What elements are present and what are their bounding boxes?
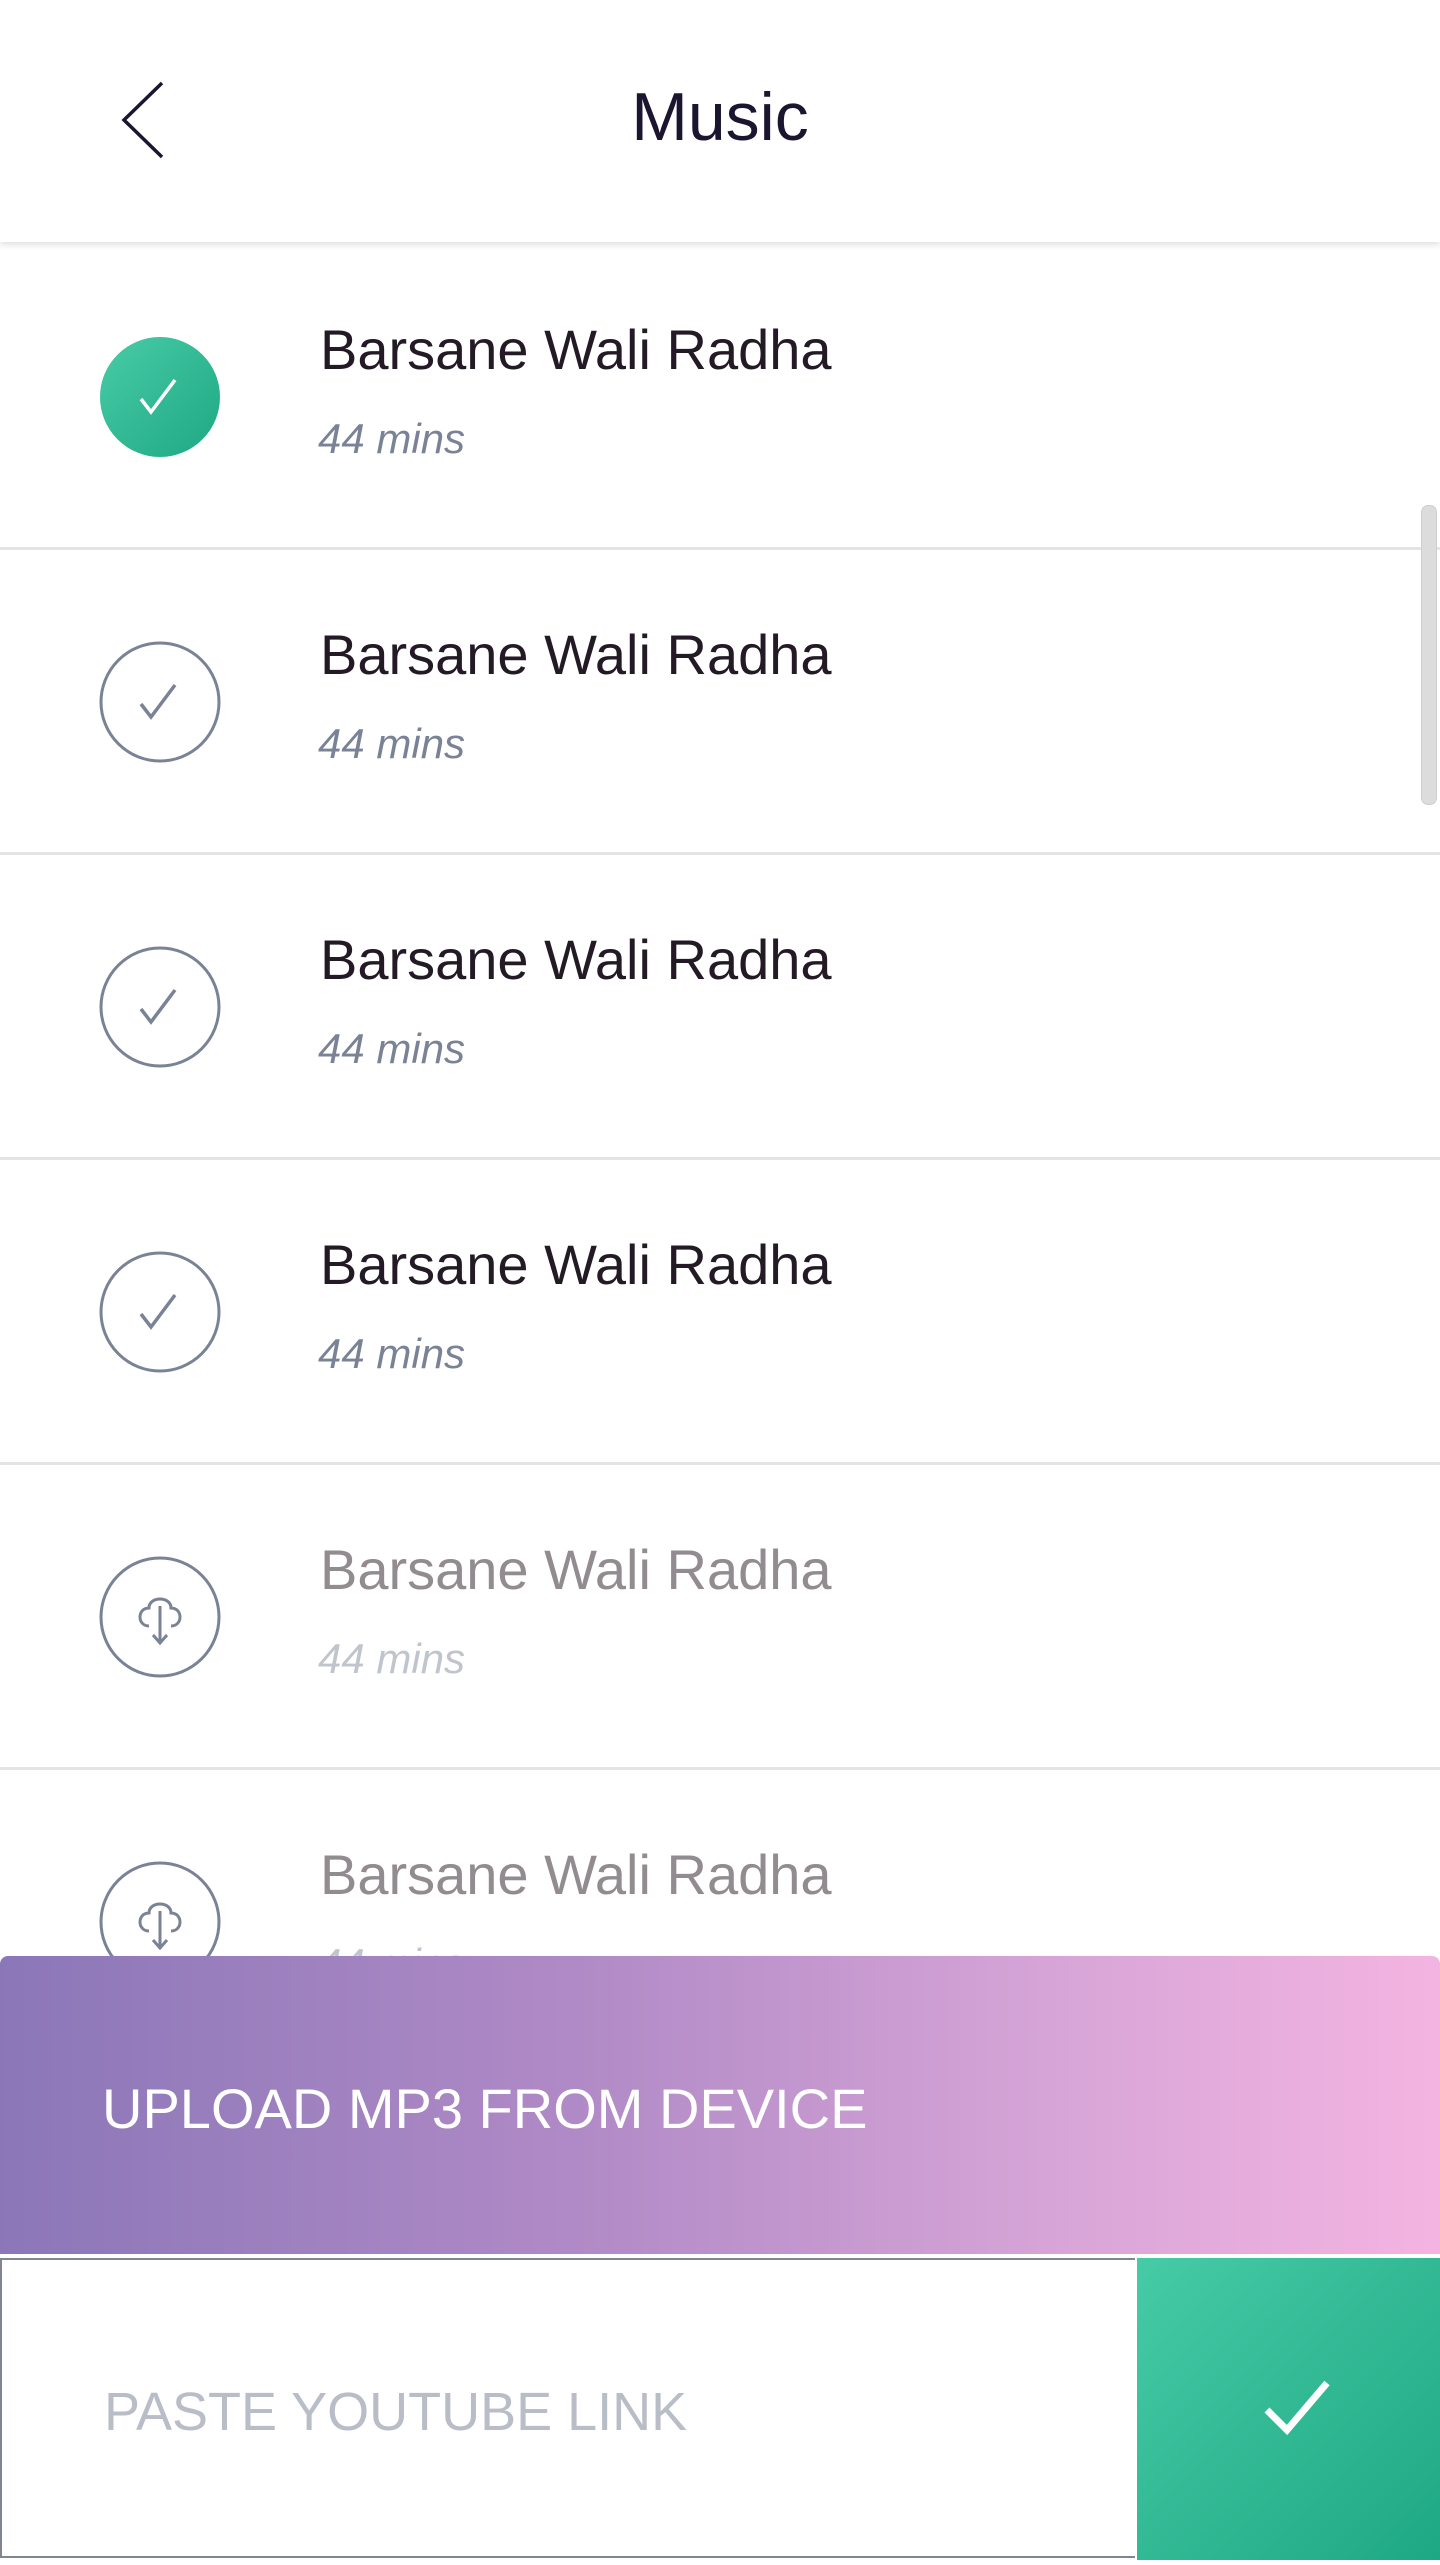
track-row[interactable]: Barsane Wali Radha 44 mins: [0, 1160, 1440, 1465]
check-circle-icon[interactable]: [99, 946, 221, 1068]
track-duration: 44 mins: [318, 1330, 466, 1377]
upload-label: UPLOAD MP3 FROM DEVICE: [102, 2077, 868, 2140]
track-row[interactable]: Barsane Wali Radha 44 mins: [0, 245, 1440, 550]
youtube-link-field[interactable]: [0, 2258, 1135, 2558]
checkmark-icon: [1264, 2380, 1330, 2436]
header: Music: [0, 0, 1440, 242]
cloud-download-icon[interactable]: [99, 1556, 221, 1678]
check-circle-icon[interactable]: [99, 1251, 221, 1373]
track-row[interactable]: Barsane Wali Radha 44 mins: [0, 855, 1440, 1160]
track-row[interactable]: Barsane Wali Radha 44 mins: [0, 550, 1440, 855]
track-title: Barsane Wali Radha: [320, 1233, 832, 1296]
scrollbar[interactable]: [1421, 505, 1437, 805]
check-circle-icon[interactable]: [99, 641, 221, 763]
track-duration: 44 mins: [318, 1635, 466, 1682]
track-title: Barsane Wali Radha: [320, 318, 832, 381]
track-title: Barsane Wali Radha: [320, 1843, 832, 1906]
selected-check-icon[interactable]: [99, 336, 221, 458]
track-title: Barsane Wali Radha: [320, 1538, 832, 1601]
upload-mp3-button[interactable]: UPLOAD MP3 FROM DEVICE: [0, 1956, 1440, 2254]
track-duration: 44 mins: [318, 415, 466, 462]
track-title: Barsane Wali Radha: [320, 623, 832, 686]
track-duration: 44 mins: [318, 720, 466, 767]
track-row[interactable]: Barsane Wali Radha 44 mins: [0, 1465, 1440, 1770]
youtube-link-input[interactable]: [102, 2380, 1056, 2444]
track-title: Barsane Wali Radha: [320, 928, 832, 991]
page-title: Music: [631, 79, 809, 155]
track-duration: 44 mins: [318, 1025, 466, 1072]
track-list: Barsane Wali Radha 44 mins Barsane Wali Ra…: [0, 245, 1440, 2075]
submit-link-button[interactable]: [1137, 2258, 1440, 2560]
